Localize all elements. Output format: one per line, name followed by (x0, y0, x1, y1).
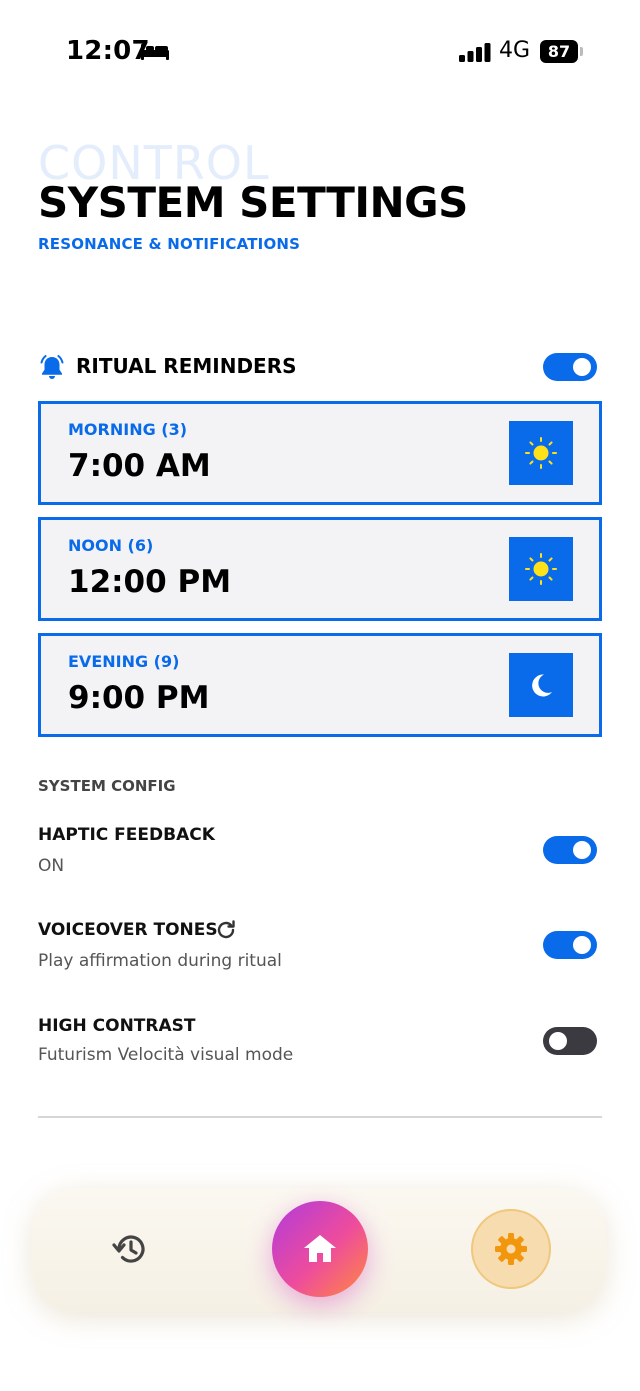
home-button[interactable] (272, 1201, 368, 1297)
setting-title: HAPTIC FEEDBACK (38, 825, 215, 845)
reminder-label: NOON (6) (68, 536, 154, 555)
setting-voiceover-tones: VOICEOVER TONES Play affirmation during … (38, 920, 600, 980)
battery-icon: 87 (540, 40, 578, 63)
ritual-reminders-label: RITUAL REMINDERS (76, 354, 297, 378)
page-title: SYSTEM SETTINGS (38, 178, 468, 227)
setting-description: Futurism Velocità visual mode (38, 1045, 294, 1065)
sun-icon (509, 537, 573, 601)
setting-haptic-feedback: HAPTIC FEEDBACK ON (38, 825, 600, 885)
network-label: 4G (499, 38, 531, 63)
system-config-heading: SYSTEM CONFIG (38, 777, 176, 795)
divider (38, 1116, 602, 1118)
reminder-card-evening[interactable]: EVENING (9) 9:00 PM (38, 633, 602, 737)
ritual-reminders-toggle[interactable] (543, 353, 597, 381)
ritual-reminders-row: RITUAL REMINDERS (38, 350, 600, 386)
battery-tip (580, 47, 583, 56)
refresh-icon[interactable] (214, 918, 238, 942)
haptic-feedback-toggle[interactable] (543, 836, 597, 864)
home-icon (304, 1235, 336, 1262)
bottom-nav (32, 1188, 606, 1312)
toggle-knob (549, 1032, 567, 1050)
settings-button[interactable] (471, 1209, 551, 1289)
setting-title: HIGH CONTRAST (38, 1016, 196, 1036)
setting-description: Play affirmation during ritual (38, 951, 282, 971)
bed-icon (141, 44, 169, 60)
moon-icon (509, 653, 573, 717)
setting-title: VOICEOVER TONES (38, 920, 218, 940)
history-icon[interactable] (110, 1229, 150, 1269)
gear-icon (495, 1233, 527, 1265)
sun-icon (509, 421, 573, 485)
signal-icon (459, 43, 491, 62)
toggle-knob (573, 358, 591, 376)
status-bar: 12:07 4G 87 (0, 0, 640, 100)
reminder-card-noon[interactable]: NOON (6) 12:00 PM (38, 517, 602, 621)
status-time: 12:07 (66, 36, 150, 66)
bell-icon (40, 355, 64, 379)
toggle-knob (573, 936, 591, 954)
high-contrast-toggle[interactable] (543, 1027, 597, 1055)
setting-high-contrast: HIGH CONTRAST Futurism Velocità visual m… (38, 1016, 600, 1076)
reminder-time: 12:00 PM (68, 564, 232, 600)
reminder-label: EVENING (9) (68, 652, 180, 671)
page-subtitle: RESONANCE & NOTIFICATIONS (38, 235, 301, 253)
reminder-label: MORNING (3) (68, 420, 188, 439)
battery-level: 87 (547, 42, 571, 61)
reminder-time: 7:00 AM (68, 448, 211, 484)
toggle-knob (573, 841, 591, 859)
reminder-time: 9:00 PM (68, 680, 210, 716)
setting-description: ON (38, 856, 65, 876)
voiceover-tones-toggle[interactable] (543, 931, 597, 959)
reminder-card-morning[interactable]: MORNING (3) 7:00 AM (38, 401, 602, 505)
